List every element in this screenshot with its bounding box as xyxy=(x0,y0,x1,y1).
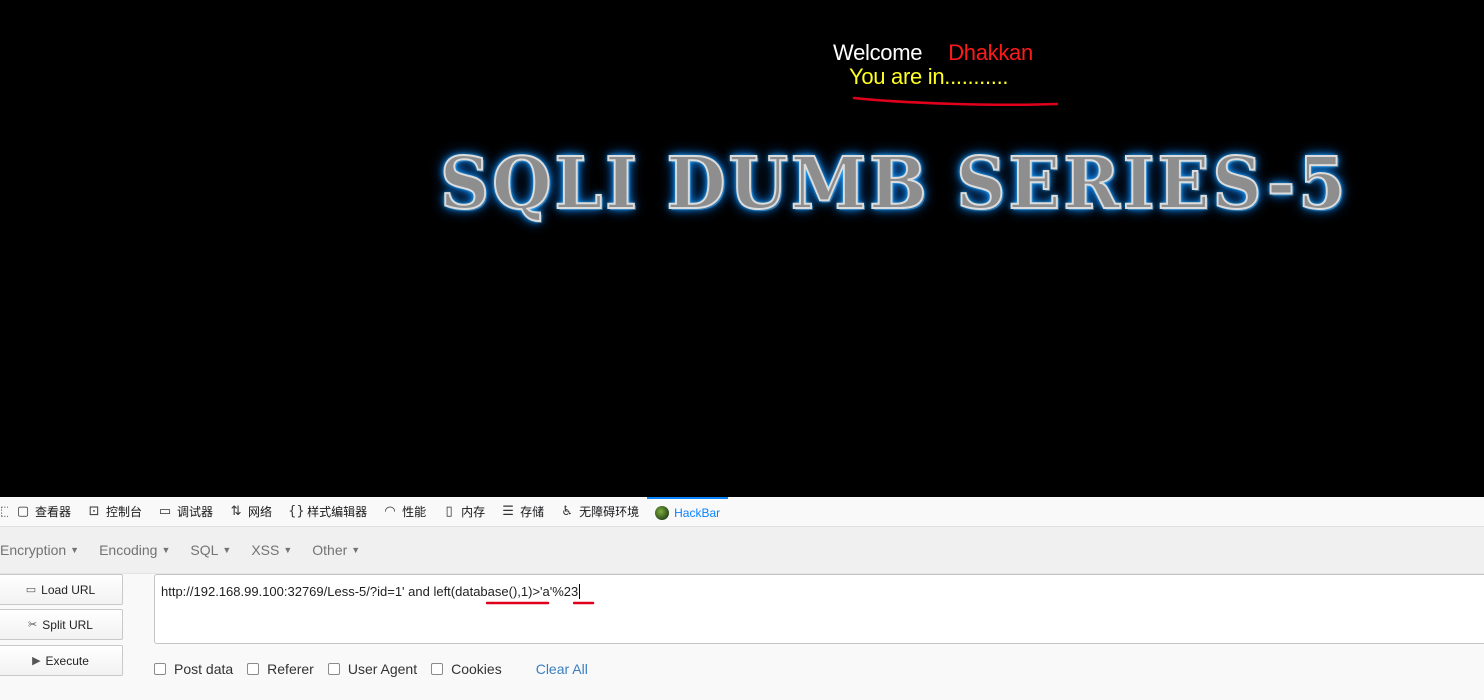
tab-label: 网络 xyxy=(248,505,273,519)
hackbar-icon xyxy=(655,505,670,520)
url-text: http://192.168.99.100:32769/Less-5/?id=1… xyxy=(161,584,579,599)
menu-sql[interactable]: SQL ▼ xyxy=(190,542,241,558)
menu-label: Encryption xyxy=(0,542,67,558)
button-label: Load URL xyxy=(41,582,96,597)
tab-label: HackBar xyxy=(674,505,721,520)
menu-label: SQL xyxy=(190,542,219,558)
option-label: User Agent xyxy=(347,661,418,677)
user-agent-option[interactable]: User Agent xyxy=(327,661,418,677)
page-viewport: Welcome Dhakkan You are in........... SQL… xyxy=(0,0,1484,497)
hackbar-menu: Encryption ▼ Encoding ▼ SQL ▼ XSS ▼ Other ▼ xyxy=(0,527,1484,574)
tab-inspector[interactable]: ▢ 查看器 xyxy=(8,497,79,526)
tab-label: 控制台 xyxy=(106,505,143,519)
checkbox[interactable] xyxy=(154,663,166,675)
menu-label: Encoding xyxy=(99,542,158,558)
annotation-underline xyxy=(852,96,1059,106)
caret-down-icon: ▼ xyxy=(161,545,171,555)
caret-down-icon: ▼ xyxy=(283,545,293,555)
tab-label: 样式编辑器 xyxy=(307,505,368,519)
tab-console[interactable]: ⊡ 控制台 xyxy=(79,497,150,526)
performance-icon: ◠ xyxy=(384,504,396,519)
annotation-underline xyxy=(573,601,595,605)
tab-label: 内存 xyxy=(461,505,486,519)
menu-xss[interactable]: XSS ▼ xyxy=(251,542,302,558)
tab-label: 存储 xyxy=(520,505,545,519)
tab-storage[interactable]: ☰ 存储 xyxy=(493,497,552,526)
checkbox[interactable] xyxy=(247,663,260,675)
option-label: Referer xyxy=(267,661,314,677)
split-url-button[interactable]: ✂ Split URL xyxy=(0,609,123,640)
checkbox[interactable] xyxy=(431,663,444,675)
annotation-underline xyxy=(486,601,550,605)
cookies-option[interactable]: Cookies xyxy=(431,661,502,677)
inspector-icon: ▢ xyxy=(16,504,30,519)
storage-icon: ☰ xyxy=(502,504,514,519)
play-icon: ▶ xyxy=(32,654,41,667)
tab-network[interactable]: ⇅ 网络 xyxy=(221,497,280,526)
caret-down-icon: ▼ xyxy=(70,545,80,555)
scissors-icon: ✂ xyxy=(28,618,38,631)
network-icon: ⇅ xyxy=(230,504,242,519)
debugger-icon: ▭ xyxy=(158,504,172,519)
hackbar-body: ▭ Load URL ✂ Split URL ▶ Execute http://… xyxy=(0,574,1484,700)
pick-element-icon[interactable]: ⬚ xyxy=(0,497,8,526)
menu-label: Other xyxy=(312,542,348,558)
status-message: You are in........... xyxy=(849,64,1009,89)
load-icon: ▭ xyxy=(25,583,37,596)
welcome-line: Welcome Dhakkan xyxy=(833,40,1033,66)
tab-debugger[interactable]: ▭ 调试器 xyxy=(150,497,221,526)
console-icon: ⊡ xyxy=(88,504,100,519)
tab-performance[interactable]: ◠ 性能 xyxy=(375,497,434,526)
checkbox[interactable] xyxy=(327,663,340,675)
tab-label: 性能 xyxy=(402,505,427,519)
button-label: Execute xyxy=(45,653,89,668)
tab-style-editor[interactable]: {} 样式编辑器 xyxy=(280,497,375,526)
style-editor-icon: {} xyxy=(288,504,305,519)
caret-down-icon: ▼ xyxy=(351,545,361,555)
menu-label: XSS xyxy=(251,542,280,558)
accessibility-icon: ♿ xyxy=(561,504,573,519)
execute-button[interactable]: ▶ Execute xyxy=(0,645,123,676)
referer-option[interactable]: Referer xyxy=(247,661,314,677)
welcome-text: Welcome xyxy=(833,40,923,65)
devtools-tabbar: ⬚ ▢ 查看器 ⊡ 控制台 ▭ 调试器 ⇅ 网络 {} 样式编辑器 ◠ 性能 ▯… xyxy=(0,497,1484,527)
menu-encryption[interactable]: Encryption ▼ xyxy=(0,542,89,558)
caret-down-icon: ▼ xyxy=(222,545,232,555)
menu-encoding[interactable]: Encoding ▼ xyxy=(99,542,180,558)
tab-label: 查看器 xyxy=(35,505,72,519)
option-label: Post data xyxy=(174,661,234,677)
tab-label: 无障碍环境 xyxy=(579,505,640,519)
load-url-button[interactable]: ▭ Load URL xyxy=(0,574,123,605)
banner-title: SQLI DUMB SERIES-5 xyxy=(439,141,1349,225)
tab-memory[interactable]: ▯ 内存 xyxy=(434,497,493,526)
url-input[interactable]: http://192.168.99.100:32769/Less-5/?id=1… xyxy=(154,574,1484,644)
hackbar-options: Post data Referer User Agent Cookies Cle… xyxy=(154,661,588,677)
clear-all-link[interactable]: Clear All xyxy=(536,661,588,677)
tab-hackbar[interactable]: HackBar xyxy=(647,497,729,526)
menu-other[interactable]: Other ▼ xyxy=(312,542,370,558)
user-name: Dhakkan xyxy=(948,40,1033,65)
button-label: Split URL xyxy=(42,617,93,632)
tab-label: 调试器 xyxy=(177,505,214,519)
devtools-panel: ⬚ ▢ 查看器 ⊡ 控制台 ▭ 调试器 ⇅ 网络 {} 样式编辑器 ◠ 性能 ▯… xyxy=(0,497,1484,700)
post-data-option[interactable]: Post data xyxy=(154,661,233,677)
option-label: Cookies xyxy=(451,661,502,677)
memory-icon: ▯ xyxy=(445,504,453,519)
tab-accessibility[interactable]: ♿ 无障碍环境 xyxy=(552,497,647,526)
